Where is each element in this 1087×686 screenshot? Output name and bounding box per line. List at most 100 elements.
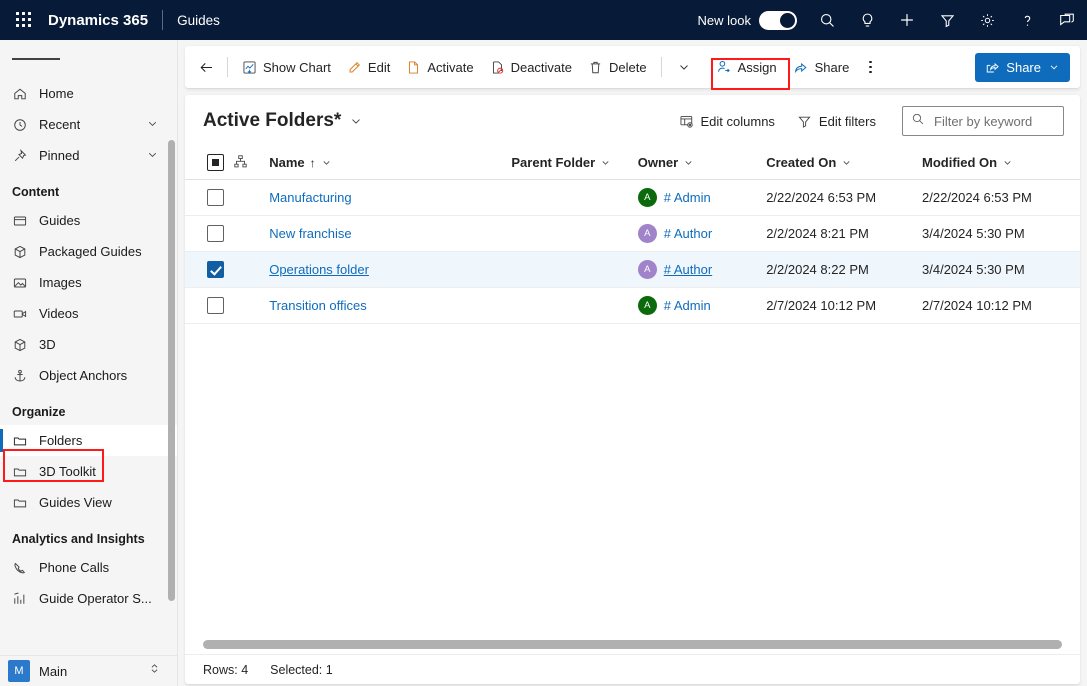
app-name-label[interactable]: Guides — [163, 13, 220, 28]
assign-button[interactable]: Assign — [708, 51, 785, 83]
record-link[interactable]: New franchise — [269, 226, 351, 241]
cell-owner: A # Admin — [638, 287, 766, 323]
column-header-modified-on[interactable]: Modified On — [922, 147, 1080, 179]
table-row[interactable]: Transition offices A # Admin 2/7/2024 10… — [185, 287, 1080, 323]
sidebar-group-organize: Organize — [0, 391, 177, 425]
brand-title[interactable]: Dynamics 365 — [48, 12, 162, 29]
help-icon[interactable] — [1007, 0, 1047, 40]
select-all-checkbox[interactable] — [207, 154, 224, 171]
activate-button[interactable]: Activate — [398, 51, 481, 83]
sidebar-item-packaged-guides[interactable]: Packaged Guides — [0, 236, 177, 267]
edit-button[interactable]: Edit — [339, 51, 398, 83]
image-icon — [12, 275, 34, 291]
phone-icon — [12, 560, 34, 576]
new-look-toggle[interactable] — [759, 11, 797, 30]
chevron-down-icon[interactable] — [146, 117, 159, 133]
share-button[interactable]: Share — [785, 51, 858, 83]
row-checkbox[interactable] — [207, 189, 224, 206]
command-label: Activate — [427, 60, 473, 75]
records-table: Name ↑ Parent Folder — [185, 147, 1080, 324]
cell-name: New franchise — [269, 215, 511, 251]
horizontal-scrollbar-track — [203, 640, 1062, 649]
search-box[interactable] — [902, 106, 1064, 136]
gear-icon[interactable] — [967, 0, 1007, 40]
delete-button[interactable]: Delete — [580, 51, 655, 83]
column-header-owner[interactable]: Owner — [638, 147, 766, 179]
filter-icon[interactable] — [927, 0, 967, 40]
table-row[interactable]: Operations folder A # Author 2/2/2024 8:… — [185, 251, 1080, 287]
record-link[interactable]: Manufacturing — [269, 190, 351, 205]
chevron-down-icon[interactable] — [321, 157, 332, 168]
edit-filters-label: Edit filters — [819, 114, 876, 129]
sidebar-item-label: Recent — [34, 117, 80, 132]
record-link[interactable]: Transition offices — [269, 298, 367, 313]
sidebar-item-guide-operator-s[interactable]: Guide Operator S... — [0, 583, 177, 614]
table-row[interactable]: Manufacturing A # Admin 2/22/2024 6:53 P… — [185, 179, 1080, 215]
sidebar-item-3d-toolkit[interactable]: 3D Toolkit — [0, 456, 177, 487]
chevron-down-icon[interactable] — [683, 157, 694, 168]
home-icon — [12, 86, 34, 102]
row-checkbox[interactable] — [207, 225, 224, 242]
sidebar-item-phone-calls[interactable]: Phone Calls — [0, 552, 177, 583]
sidebar-item-object-anchors[interactable]: Object Anchors — [0, 360, 177, 391]
sidebar-nav: Home Recent Pinned — [0, 78, 177, 614]
chevron-down-icon[interactable] — [1048, 61, 1060, 73]
sidebar-item-videos[interactable]: Videos — [0, 298, 177, 329]
chevron-down-icon[interactable] — [146, 148, 159, 164]
edit-filters-button[interactable]: Edit filters — [797, 114, 876, 129]
column-header-parent-folder[interactable]: Parent Folder — [511, 147, 637, 179]
column-header-created-on[interactable]: Created On — [766, 147, 922, 179]
owner-link[interactable]: # Author — [664, 262, 712, 277]
owner-link[interactable]: # Admin — [664, 298, 711, 313]
sidebar-item-3d[interactable]: 3D — [0, 329, 177, 360]
sidebar-item-folders[interactable]: Folders — [0, 425, 177, 456]
chevron-down-icon[interactable] — [841, 157, 852, 168]
chevron-updown-icon[interactable] — [148, 662, 161, 680]
chevron-down-icon[interactable] — [1002, 157, 1013, 168]
sidebar-item-home[interactable]: Home — [0, 78, 177, 109]
deactivate-button[interactable]: Deactivate — [482, 51, 580, 83]
sidebar-item-recent[interactable]: Recent — [0, 109, 177, 140]
row-checkbox[interactable] — [207, 297, 224, 314]
rows-count-label: Rows: 4 — [203, 663, 248, 677]
sidebar-item-images[interactable]: Images — [0, 267, 177, 298]
hierarchy-icon[interactable] — [233, 157, 248, 172]
feedback-icon[interactable] — [1047, 0, 1087, 40]
search-icon[interactable] — [807, 0, 847, 40]
sidebar-item-pinned[interactable]: Pinned — [0, 140, 177, 171]
app-area-switcher[interactable]: M Main — [0, 655, 177, 686]
waffle-grid-icon[interactable] — [0, 0, 48, 40]
lightbulb-icon[interactable] — [847, 0, 887, 40]
command-label: Delete — [609, 60, 647, 75]
sidebar-item-guides-view[interactable]: Guides View — [0, 487, 177, 518]
sidebar-item-label: Images — [34, 275, 82, 290]
chevron-down-icon[interactable] — [600, 157, 611, 168]
more-vertical-icon[interactable] — [857, 52, 883, 82]
pencil-icon — [347, 60, 362, 75]
share-primary-button[interactable]: Share — [975, 53, 1070, 82]
cell-modified-on: 2/7/2024 10:12 PM — [922, 287, 1080, 323]
view-selector-chevron-down-icon[interactable] — [349, 114, 363, 128]
command-overflow-chevron[interactable] — [668, 51, 700, 83]
sidebar-toggle-icon[interactable] — [0, 40, 177, 78]
edit-columns-button[interactable]: Edit columns — [679, 114, 775, 129]
arrow-left-icon[interactable] — [191, 52, 221, 82]
sidebar-item-label: 3D Toolkit — [34, 464, 96, 479]
owner-link[interactable]: # Author — [664, 226, 712, 241]
column-header-name[interactable]: Name ↑ — [269, 147, 511, 179]
sidebar-item-guides[interactable]: Guides — [0, 205, 177, 236]
horizontal-scrollbar-thumb[interactable] — [203, 640, 1062, 649]
record-link[interactable]: Operations folder — [269, 262, 369, 277]
sidebar-scrollbar[interactable] — [168, 140, 175, 601]
owner-link[interactable]: # Admin — [664, 190, 711, 205]
sidebar-group-analytics: Analytics and Insights — [0, 518, 177, 552]
search-input[interactable] — [932, 113, 1060, 130]
sidebar-item-label: Home — [34, 86, 74, 101]
row-checkbox[interactable] — [207, 261, 224, 278]
select-all-header — [185, 147, 233, 179]
folder-icon — [12, 464, 34, 480]
table-row[interactable]: New franchise A # Author 2/2/2024 8:21 P… — [185, 215, 1080, 251]
row-tree-cell — [233, 215, 269, 251]
show-chart-button[interactable]: Show Chart — [234, 51, 339, 83]
plus-icon[interactable] — [887, 0, 927, 40]
